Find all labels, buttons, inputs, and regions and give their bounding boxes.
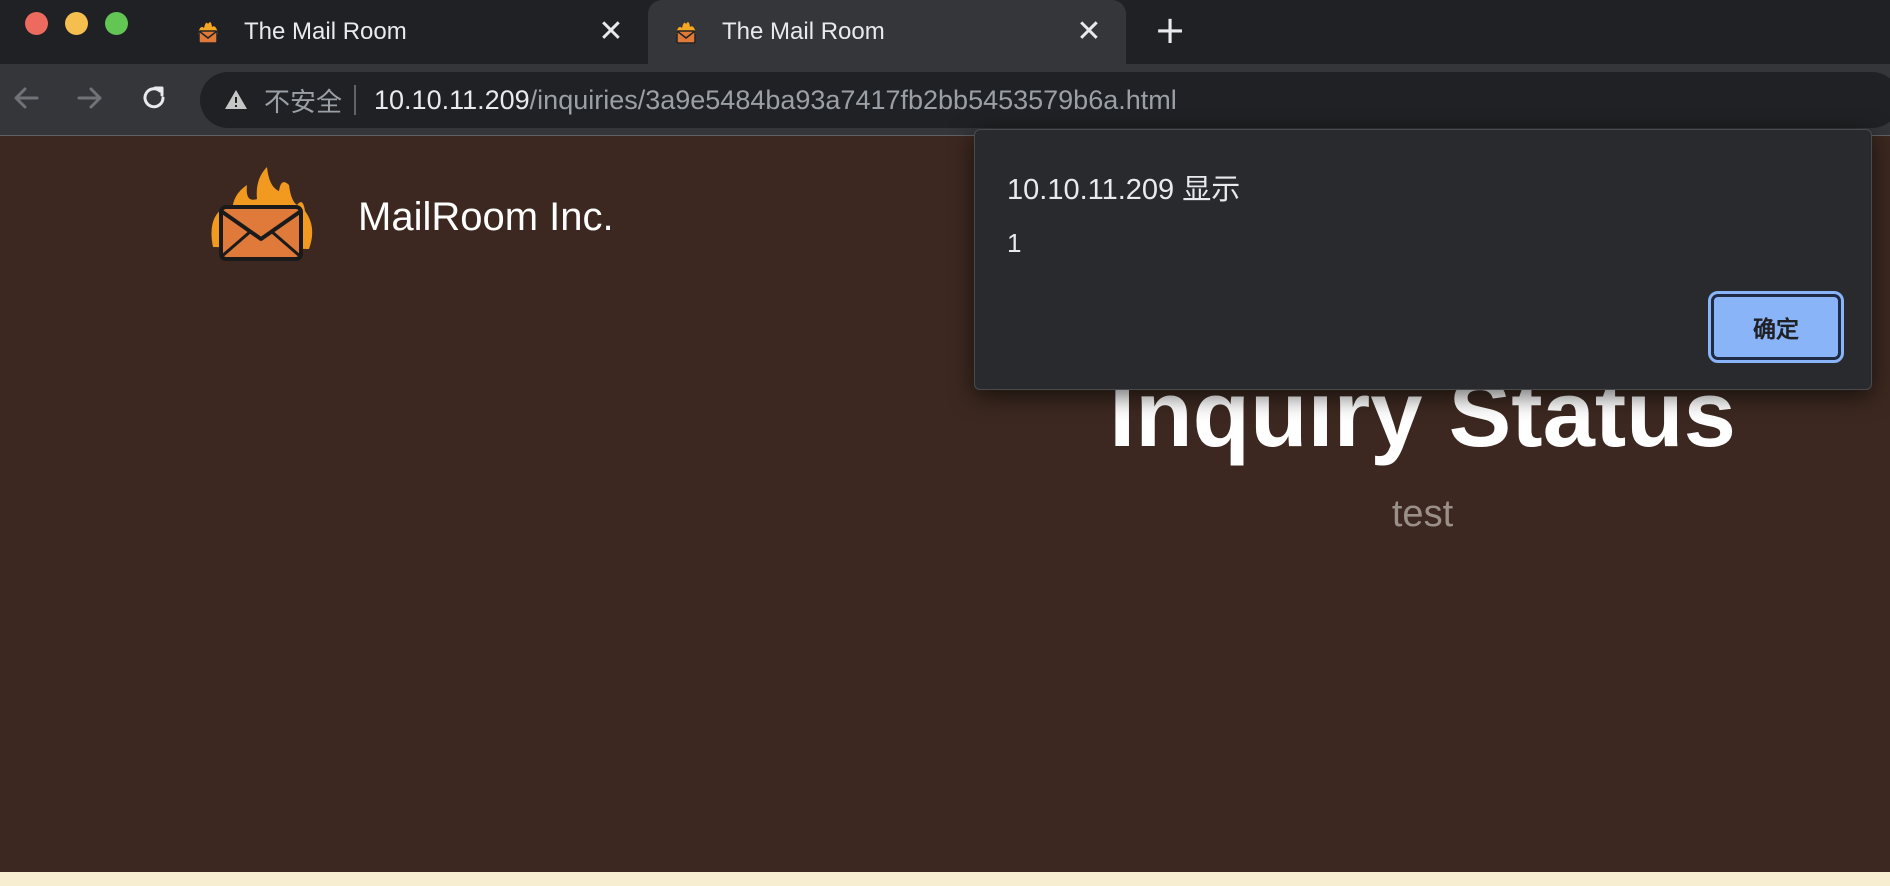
url-host: 10.10.11.209 <box>374 84 530 115</box>
tab-title: The Mail Room <box>722 18 885 45</box>
security-status-label[interactable]: 不安全 <box>264 82 342 119</box>
browser-toolbar: 不安全 10.10.11.209/inquiries/3a9e5484ba93a… <box>0 64 1890 136</box>
window-close-button[interactable] <box>25 12 48 35</box>
tab-strip: The Mail Room ✕ The Mail Room ✕ + <box>0 0 1890 64</box>
ok-button[interactable]: 确定 <box>1708 291 1844 363</box>
forward-button[interactable] <box>70 80 110 120</box>
omnibox-divider <box>354 85 357 115</box>
tab-2-active[interactable]: The Mail Room ✕ <box>648 0 1126 64</box>
address-bar[interactable]: 不安全 10.10.11.209/inquiries/3a9e5484ba93a… <box>200 72 1890 128</box>
inquiry-text: test <box>1391 493 1454 535</box>
tab-close-button[interactable]: ✕ <box>594 15 628 49</box>
window-minimize-button[interactable] <box>65 12 88 35</box>
arrow-left-icon <box>11 83 41 118</box>
tab-close-button[interactable]: ✕ <box>1072 15 1106 49</box>
reload-button[interactable] <box>134 80 174 120</box>
url-path: /inquiries/3a9e5484ba93a7417fb2bb5453579… <box>529 84 1177 115</box>
footer-strip <box>0 872 1890 886</box>
dialog-title: 10.10.11.209 显示 <box>1007 174 1241 206</box>
warning-icon[interactable] <box>222 86 250 114</box>
alert-dialog: 10.10.11.209 显示 1 确定 <box>974 129 1872 390</box>
flaming-envelope-logo <box>205 167 317 267</box>
flaming-mail-icon <box>672 18 700 46</box>
back-button[interactable] <box>6 80 46 120</box>
brand-name[interactable]: MailRoom Inc. <box>358 195 614 240</box>
flaming-mail-icon <box>194 18 222 46</box>
url-text[interactable]: 10.10.11.209/inquiries/3a9e5484ba93a7417… <box>374 85 1177 116</box>
tab-title: The Mail Room <box>244 18 407 45</box>
arrow-right-icon <box>75 83 105 118</box>
reload-icon <box>139 83 169 118</box>
new-tab-button[interactable]: + <box>1150 10 1190 50</box>
window-zoom-button[interactable] <box>105 12 128 35</box>
tab-1[interactable]: The Mail Room ✕ <box>170 0 648 64</box>
dialog-message: 1 <box>1007 228 1022 258</box>
